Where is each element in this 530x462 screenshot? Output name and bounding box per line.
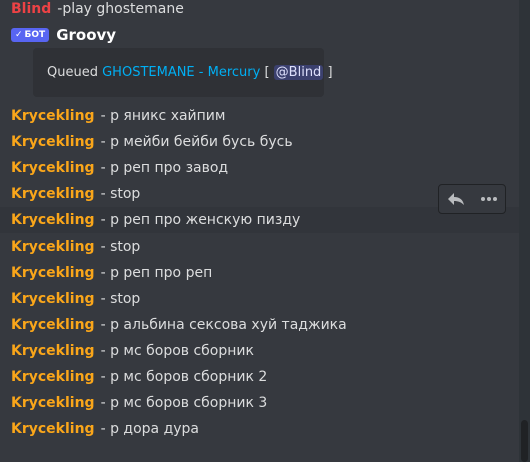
track-link[interactable]: GHOSTEMANE - Mercury [102, 65, 260, 80]
message-author[interactable]: Krycekling [11, 421, 95, 437]
bot-badge: ✓ БОТ [11, 28, 50, 42]
message-author[interactable]: Krycekling [11, 369, 95, 385]
message-author[interactable]: Krycekling [11, 160, 95, 176]
message-row[interactable]: Krycekling - stop [0, 286, 520, 312]
message-content: - stop [100, 290, 141, 307]
reply-icon [447, 193, 464, 205]
message-author[interactable]: Krycekling [11, 265, 95, 281]
message-row[interactable]: Krycekling - р мс боров сборник [0, 338, 520, 364]
message-content: - stop [100, 186, 141, 203]
message-content: - р мс боров сборник 2 [100, 369, 268, 385]
message-content: - р реп про женскую пизду [100, 212, 301, 229]
message-content: -play ghostemane [57, 1, 184, 17]
message-content: - р альбина сексова хуй таджика [100, 316, 347, 333]
embed-prefix: Queued [47, 65, 98, 80]
more-icon [480, 197, 497, 201]
message-content: - р мс боров сборник [100, 342, 254, 359]
message-row[interactable]: Krycekling - р альбина сексова хуй таджик… [0, 312, 520, 338]
message-row[interactable]: Krycekling - р яникс хайпим [0, 103, 520, 129]
bracket-close: ] [327, 65, 333, 80]
message-author[interactable]: Krycekling [11, 395, 95, 411]
message-row[interactable]: Krycekling - р мейби бейби бусь бусь [0, 129, 520, 155]
more-options-button[interactable] [475, 187, 503, 211]
message-author[interactable]: Krycekling [11, 291, 95, 307]
bot-header: ✓ БОТ Groovy [0, 24, 116, 46]
message-content: - р реп про реп [100, 264, 213, 281]
bot-badge-label: БОТ [24, 30, 46, 40]
message-row[interactable]: Krycekling - stop [0, 234, 520, 260]
message-author[interactable]: Blind [11, 1, 51, 17]
message-content: - р яникс хайпим [100, 108, 226, 124]
message-content: - р реп про завод [100, 160, 229, 177]
bracket-open: [ [264, 65, 270, 80]
message-author[interactable]: Krycekling [11, 134, 95, 150]
message-row[interactable]: Krycekling - р мс боров сборник 2 [0, 364, 520, 390]
message-toolbar [438, 184, 506, 214]
message-author[interactable]: Krycekling [11, 186, 95, 202]
message-blind[interactable]: Blind -play ghostemane [0, 0, 520, 22]
message-content: - р мс боров сборник 3 [100, 395, 268, 412]
scrollbar-thumb[interactable] [521, 420, 528, 462]
scrollbar-track[interactable] [519, 0, 530, 462]
user-mention[interactable]: @Blind [273, 65, 324, 80]
message-author[interactable]: Krycekling [11, 108, 95, 124]
message-author[interactable]: Krycekling [11, 343, 95, 359]
message-row[interactable]: Krycekling - р реп про завод [0, 155, 520, 181]
message-row[interactable]: Krycekling - р дора дура [0, 416, 520, 442]
message-row[interactable]: Krycekling - р реп про реп [0, 260, 520, 286]
check-icon: ✓ [15, 30, 23, 40]
queued-embed: Queued GHOSTEMANE - Mercury [ @Blind ] [33, 48, 333, 97]
bot-username[interactable]: Groovy [56, 26, 116, 44]
message-author[interactable]: Krycekling [11, 317, 95, 333]
message-content: - stop [100, 238, 141, 255]
message-row[interactable]: Krycekling - р мс боров сборник 3 [0, 390, 520, 416]
message-content: - р дора дура [100, 421, 200, 438]
message-author[interactable]: Krycekling [11, 212, 95, 228]
message-content: - р мейби бейби бусь бусь [100, 134, 293, 151]
reply-button[interactable] [442, 187, 470, 211]
message-author[interactable]: Krycekling [11, 239, 95, 255]
